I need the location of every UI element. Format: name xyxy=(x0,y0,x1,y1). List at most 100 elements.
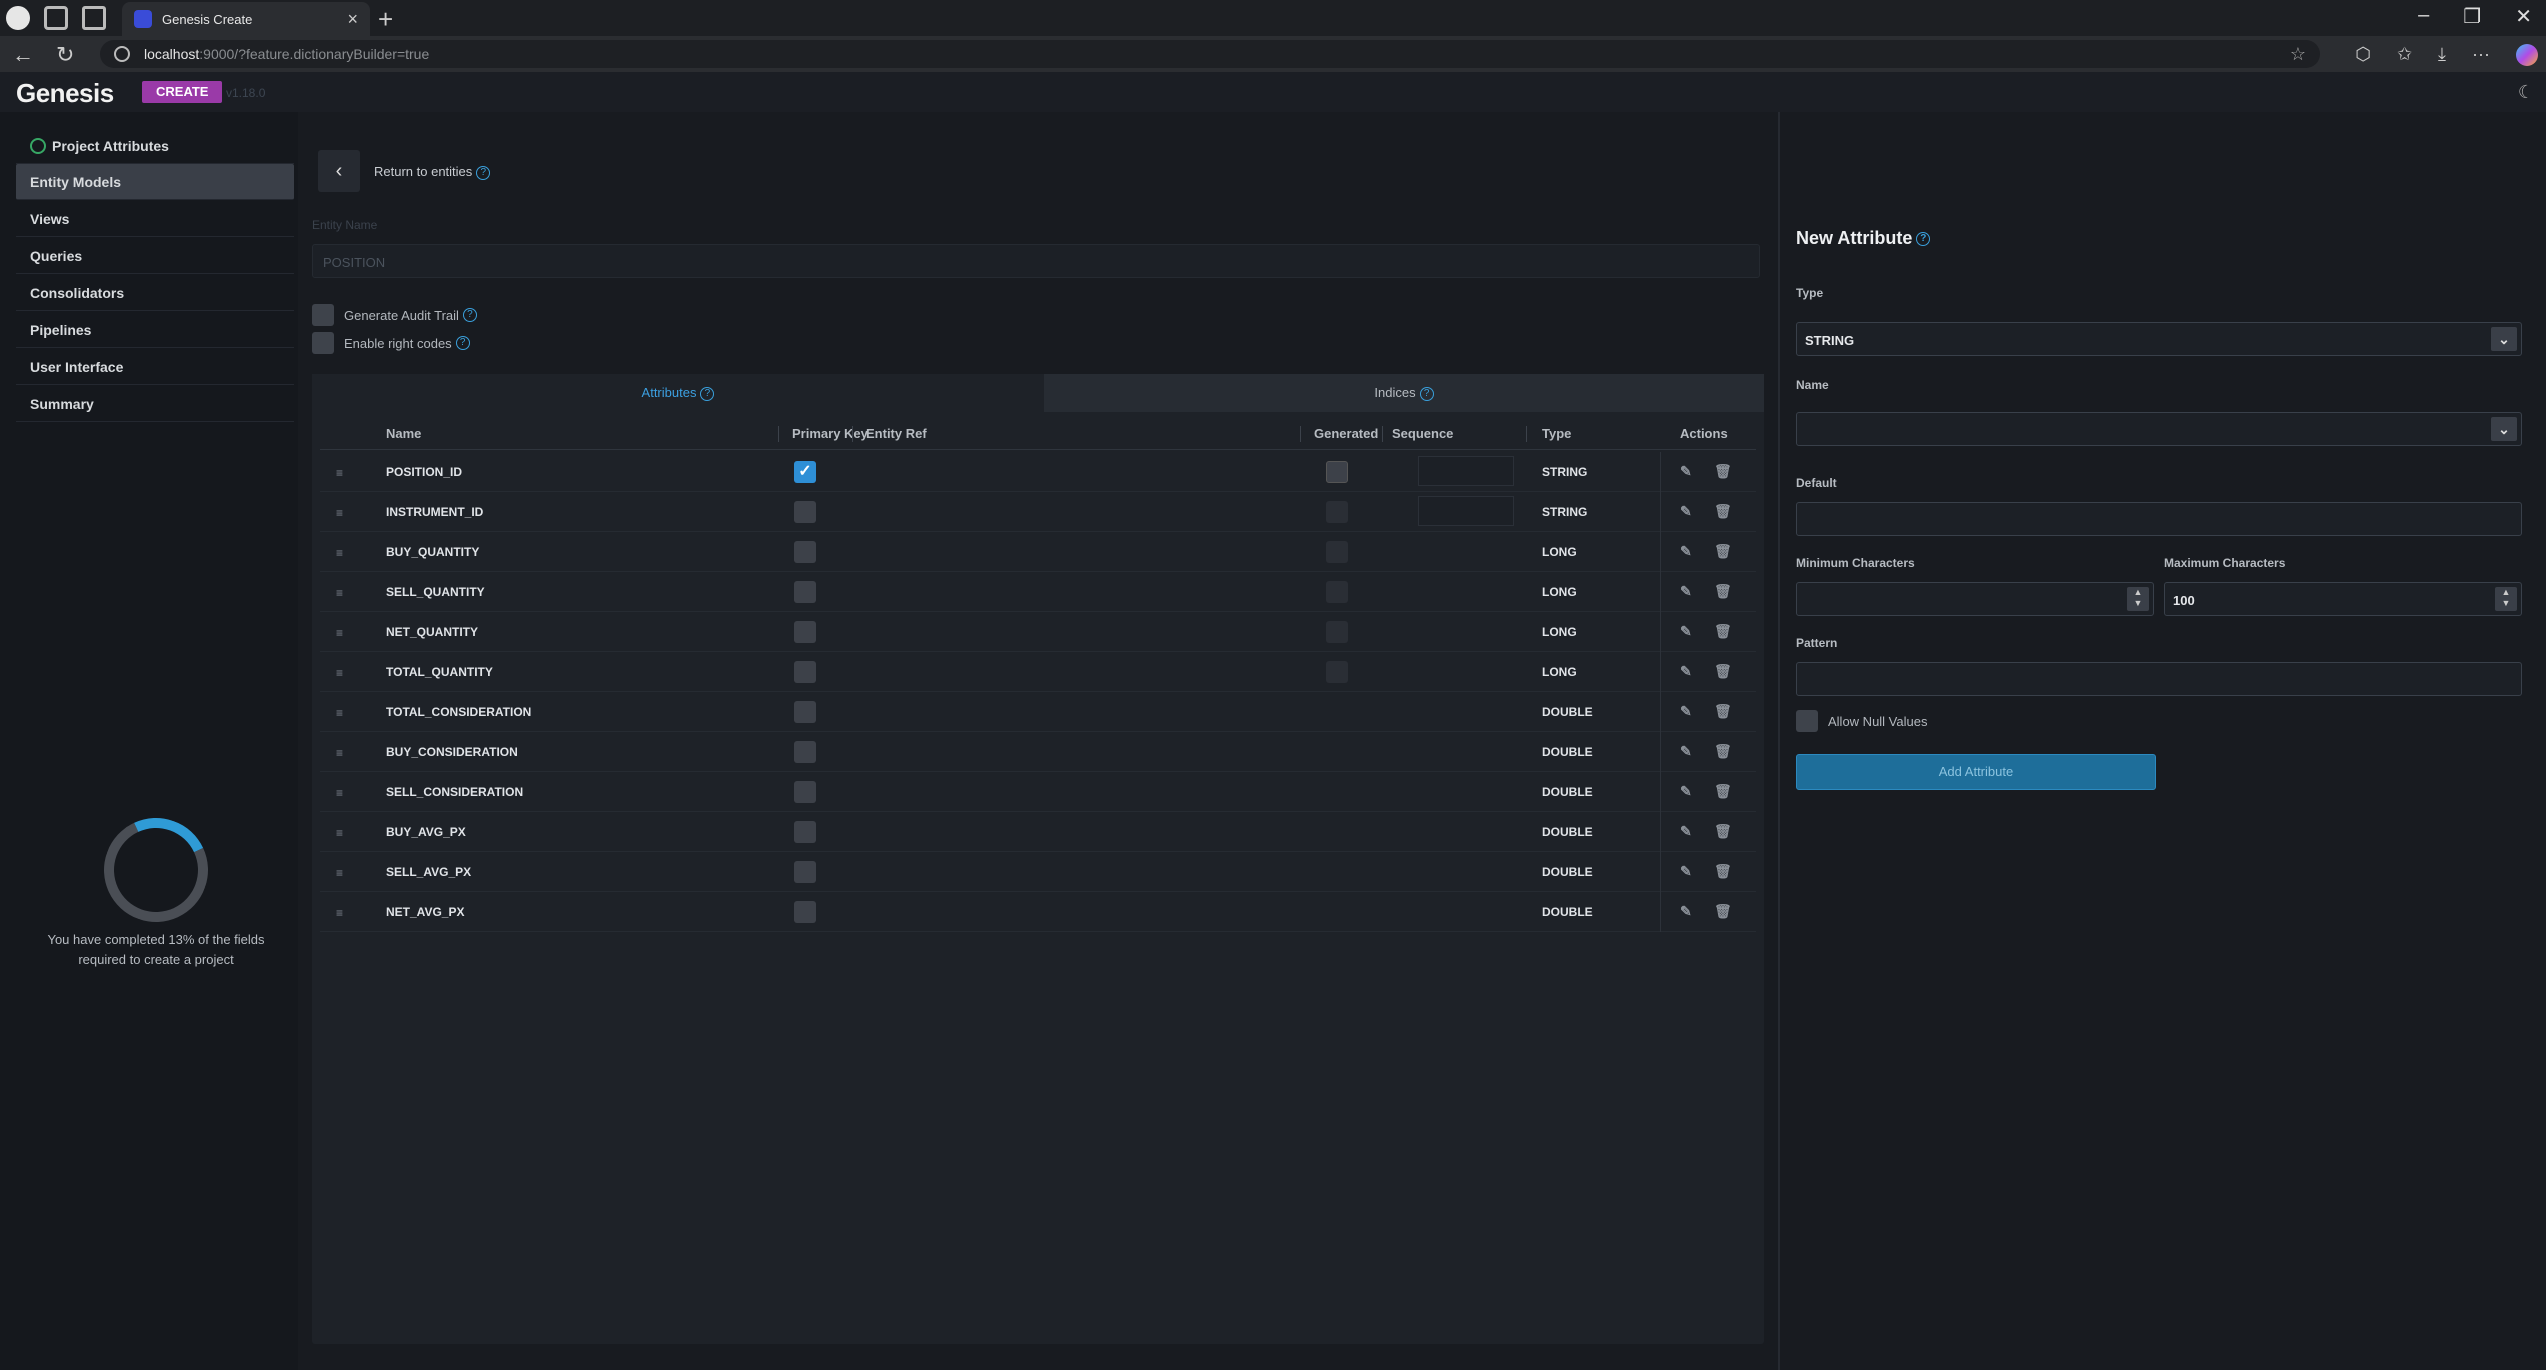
delete-icon[interactable]: 🗑 xyxy=(1714,583,1732,600)
drag-handle-icon[interactable]: ≡ xyxy=(336,666,343,680)
edit-icon[interactable]: ✎ xyxy=(1680,743,1692,760)
help-icon[interactable]: ? xyxy=(455,336,470,350)
table-row[interactable]: ≡ BUY_QUANTITY LONG ✎ 🗑 xyxy=(320,532,1756,572)
primary-key-checkbox[interactable] xyxy=(794,781,816,803)
help-icon[interactable]: ? xyxy=(1916,232,1931,247)
column-header-type[interactable]: Type xyxy=(1542,426,1571,441)
tab-indices[interactable]: Indices? xyxy=(1044,374,1764,412)
table-row[interactable]: ≡ TOTAL_CONSIDERATION DOUBLE ✎ 🗑 xyxy=(320,692,1756,732)
delete-icon[interactable]: 🗑 xyxy=(1714,903,1732,920)
table-row[interactable]: ≡ NET_QUANTITY LONG ✎ 🗑 xyxy=(320,612,1756,652)
drag-handle-icon[interactable]: ≡ xyxy=(336,826,343,840)
column-header-sequence[interactable]: Sequence xyxy=(1392,426,1453,441)
table-row[interactable]: ≡ NET_AVG_PX DOUBLE ✎ 🗑 xyxy=(320,892,1756,932)
close-tab-icon[interactable]: × xyxy=(347,9,358,30)
name-select[interactable]: ⌄ xyxy=(1796,412,2522,446)
max-characters-input[interactable]: 100 ▲ ▼ xyxy=(2164,582,2522,616)
return-to-entities-link[interactable]: Return to entities? xyxy=(374,164,491,180)
column-divider[interactable] xyxy=(1382,426,1383,442)
table-row[interactable]: ≡ BUY_AVG_PX DOUBLE ✎ 🗑 xyxy=(320,812,1756,852)
min-characters-input[interactable]: ▲ ▼ xyxy=(1796,582,2154,616)
sidebar-item-entity-models[interactable]: Entity Models xyxy=(16,164,294,200)
primary-key-checkbox[interactable] xyxy=(794,701,816,723)
column-divider[interactable] xyxy=(1526,426,1527,442)
column-header-entity-ref[interactable]: Entity Ref xyxy=(866,426,927,441)
edit-icon[interactable]: ✎ xyxy=(1680,503,1692,520)
sidebar-item-summary[interactable]: Summary xyxy=(16,386,294,422)
delete-icon[interactable]: 🗑 xyxy=(1714,823,1732,840)
chevron-down-icon[interactable]: ⌄ xyxy=(2491,327,2517,351)
more-menu-icon[interactable]: ··· xyxy=(2472,44,2490,66)
delete-icon[interactable]: 🗑 xyxy=(1714,623,1732,640)
edit-icon[interactable]: ✎ xyxy=(1680,543,1692,560)
sidebar-item-queries[interactable]: Queries xyxy=(16,238,294,274)
site-info-icon[interactable] xyxy=(114,46,130,62)
primary-key-checkbox[interactable] xyxy=(794,581,816,603)
primary-key-checkbox[interactable] xyxy=(794,661,816,683)
column-header-generated[interactable]: Generated xyxy=(1314,426,1378,441)
table-row[interactable]: ≡ BUY_CONSIDERATION DOUBLE ✎ 🗑 xyxy=(320,732,1756,772)
table-row[interactable]: ≡ SELL_QUANTITY LONG ✎ 🗑 xyxy=(320,572,1756,612)
column-header-primary-key[interactable]: Primary Key xyxy=(792,426,868,441)
edit-icon[interactable]: ✎ xyxy=(1680,783,1692,800)
primary-key-checkbox[interactable] xyxy=(794,861,816,883)
delete-icon[interactable]: 🗑 xyxy=(1714,783,1732,800)
help-icon[interactable]: ? xyxy=(462,308,477,322)
column-divider[interactable] xyxy=(778,426,779,442)
entity-name-input[interactable]: POSITION xyxy=(312,244,1760,278)
favorites-icon[interactable]: ✩ xyxy=(2397,44,2412,66)
chevron-down-icon[interactable]: ⌄ xyxy=(2491,417,2517,441)
table-row[interactable]: ≡ SELL_AVG_PX DOUBLE ✎ 🗑 xyxy=(320,852,1756,892)
column-header-name[interactable]: Name xyxy=(386,426,421,441)
edit-icon[interactable]: ✎ xyxy=(1680,623,1692,640)
address-bar[interactable]: localhost:9000/?feature.dictionaryBuilde… xyxy=(100,40,2320,68)
generated-checkbox[interactable] xyxy=(1326,501,1348,523)
table-row[interactable]: ≡ TOTAL_QUANTITY LONG ✎ 🗑 xyxy=(320,652,1756,692)
sidebar-item-project-attributes[interactable]: Project Attributes xyxy=(16,128,294,164)
generated-checkbox[interactable] xyxy=(1326,581,1348,603)
table-row[interactable]: ≡ POSITION_ID ✓ STRING ✎ 🗑 xyxy=(320,452,1756,492)
enable-right-codes-checkbox[interactable] xyxy=(312,332,334,354)
drag-handle-icon[interactable]: ≡ xyxy=(336,906,343,920)
delete-icon[interactable]: 🗑 xyxy=(1714,743,1732,760)
generated-checkbox[interactable] xyxy=(1326,661,1348,683)
generated-checkbox[interactable] xyxy=(1326,541,1348,563)
edit-icon[interactable]: ✎ xyxy=(1680,823,1692,840)
primary-key-checkbox[interactable]: ✓ xyxy=(794,461,816,483)
edit-icon[interactable]: ✎ xyxy=(1680,463,1692,480)
sidebar-item-user-interface[interactable]: User Interface xyxy=(16,349,294,385)
delete-icon[interactable]: 🗑 xyxy=(1714,463,1732,480)
downloads-icon[interactable]: ⤓ xyxy=(2438,44,2446,66)
column-divider[interactable] xyxy=(1300,426,1301,442)
back-icon[interactable]: ← xyxy=(12,42,34,68)
drag-handle-icon[interactable]: ≡ xyxy=(336,466,343,480)
generated-checkbox[interactable] xyxy=(1326,461,1348,483)
help-icon[interactable]: ? xyxy=(700,386,715,401)
drag-handle-icon[interactable]: ≡ xyxy=(336,706,343,720)
edit-icon[interactable]: ✎ xyxy=(1680,903,1692,920)
favorite-star-icon[interactable]: ☆ xyxy=(2290,44,2306,65)
copilot-icon[interactable] xyxy=(2516,44,2538,66)
help-icon[interactable]: ? xyxy=(476,165,491,180)
primary-key-checkbox[interactable] xyxy=(794,741,816,763)
column-divider[interactable] xyxy=(852,426,853,442)
back-button[interactable]: ‹ xyxy=(318,150,360,192)
generated-checkbox[interactable] xyxy=(1326,621,1348,643)
tab-attributes[interactable]: Attributes? xyxy=(312,374,1044,412)
edit-icon[interactable]: ✎ xyxy=(1680,663,1692,680)
delete-icon[interactable]: 🗑 xyxy=(1714,703,1732,720)
add-attribute-button[interactable]: Add Attribute xyxy=(1796,754,2156,790)
type-select[interactable]: STRING ⌄ xyxy=(1796,322,2522,356)
reload-icon[interactable]: ↻ xyxy=(56,42,74,68)
drag-handle-icon[interactable]: ≡ xyxy=(336,746,343,760)
primary-key-checkbox[interactable] xyxy=(794,821,816,843)
table-row[interactable]: ≡ INSTRUMENT_ID STRING ✎ 🗑 xyxy=(320,492,1756,532)
restore-icon[interactable]: ❐ xyxy=(2463,4,2481,29)
profile-icon[interactable] xyxy=(6,6,30,30)
drag-handle-icon[interactable]: ≡ xyxy=(336,586,343,600)
genesis-logo[interactable]: Genesis xyxy=(16,78,114,109)
delete-icon[interactable]: 🗑 xyxy=(1714,663,1732,680)
primary-key-checkbox[interactable] xyxy=(794,541,816,563)
table-row[interactable]: ≡ SELL_CONSIDERATION DOUBLE ✎ 🗑 xyxy=(320,772,1756,812)
tab-actions-icon[interactable] xyxy=(82,6,106,30)
